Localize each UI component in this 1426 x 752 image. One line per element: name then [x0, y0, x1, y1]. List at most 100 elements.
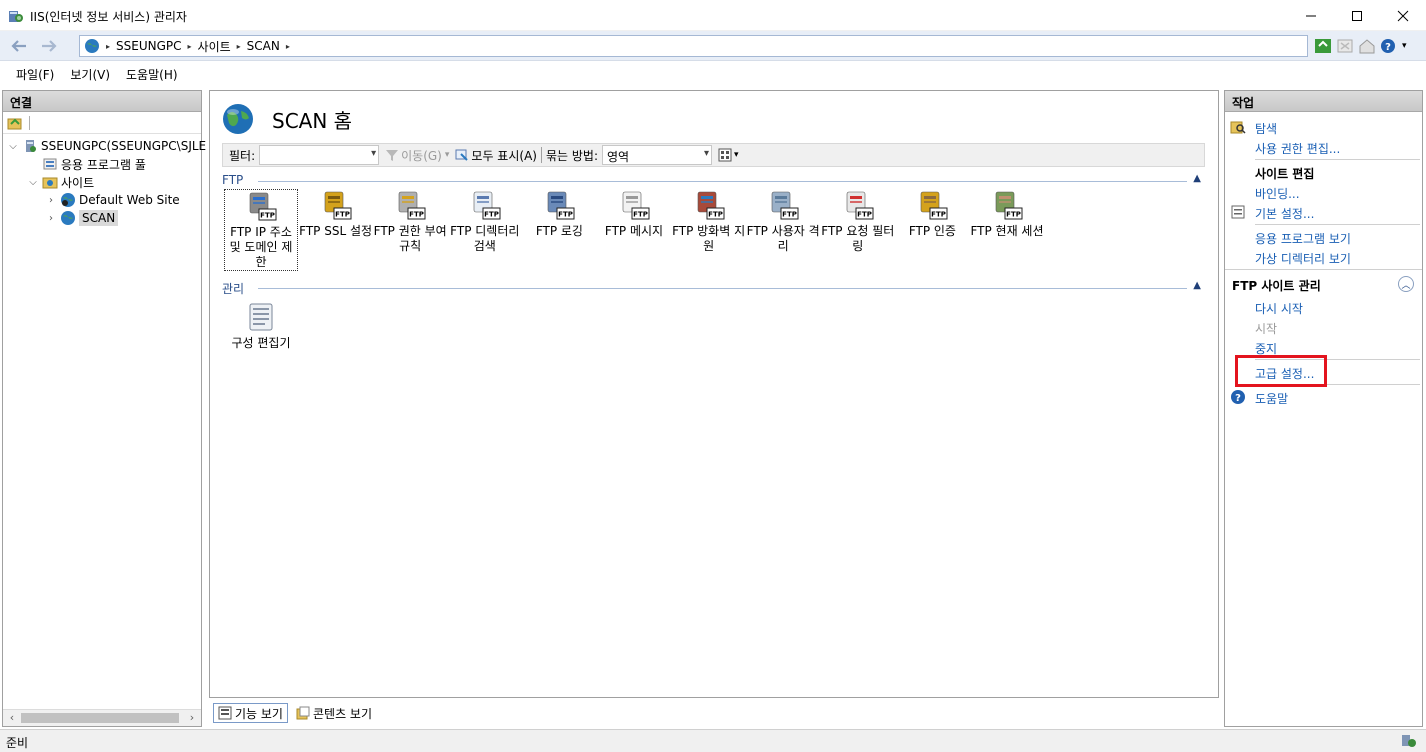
content-view-icon — [296, 706, 310, 720]
feature-ftp-current-sessions[interactable]: FTP FTP 현재 세션 — [970, 189, 1044, 239]
go-dropdown-icon[interactable]: ▾ — [445, 150, 450, 160]
feature-ftp-user-isolation[interactable]: FTP FTP 사용자 격리 — [746, 189, 820, 254]
toolbar-divider — [540, 147, 542, 163]
address-box[interactable]: ▸ SSEUNGPC ▸ 사이트 ▸ SCAN ▸ — [79, 35, 1308, 57]
status-text: 준비 — [6, 736, 29, 750]
feature-label: FTP 로깅 — [535, 224, 583, 238]
feature-ftp-ssl-lock[interactable]: FTP FTP SSL 설정 — [299, 189, 373, 239]
go-button[interactable]: 이동(G) ▾ — [385, 147, 449, 164]
section-divider — [1255, 384, 1420, 385]
iis-manager-icon — [9, 11, 23, 22]
basic-settings-icon — [1231, 205, 1245, 219]
feature-label: FTP 현재 세션 — [970, 224, 1044, 238]
collapse-icon[interactable]: ⌵ — [7, 141, 19, 152]
menu-view[interactable]: 보기(V) — [62, 66, 118, 83]
ftp-request-filtering-icon: FTP — [846, 191, 874, 220]
website-icon — [61, 193, 75, 207]
svg-text:FTP: FTP — [484, 211, 499, 219]
tree-item-app-pools[interactable]: 응용 프로그램 풀 — [27, 155, 146, 173]
status-bar: 준비 — [0, 729, 1426, 752]
horizontal-scrollbar[interactable]: ‹ › — [3, 709, 201, 726]
group-name: FTP — [222, 173, 244, 187]
menu-bar: 파일(F) 보기(V) 도움말(H) — [0, 62, 1426, 87]
forward-button[interactable] — [36, 35, 62, 57]
help-icon: ? — [1231, 390, 1245, 404]
collapse-icon[interactable]: ⌵ — [27, 177, 39, 188]
action-advanced-settings[interactable]: 고급 설정... — [1255, 365, 1314, 382]
group-by-select[interactable]: 영역 — [602, 145, 712, 165]
server-icon — [26, 140, 36, 152]
feature-label: FTP 인증 — [908, 224, 956, 238]
features-view-icon — [218, 706, 232, 720]
refresh-icon[interactable] — [1314, 38, 1332, 54]
toolbar-divider — [29, 116, 30, 130]
breadcrumb-scan[interactable]: SCAN — [247, 39, 280, 53]
tab-content-view[interactable]: 콘텐츠 보기 — [292, 703, 376, 723]
collapse-group-icon[interactable]: ▲ — [1193, 280, 1201, 291]
section-divider — [1255, 224, 1420, 225]
tree-item-default-web-site[interactable]: › Default Web Site — [45, 191, 180, 209]
feature-ftp-request-filtering[interactable]: FTP FTP 요청 필터링 — [821, 189, 895, 254]
stop-icon[interactable] — [1336, 38, 1354, 54]
show-all-button[interactable]: 모두 표시(A) — [455, 147, 537, 164]
action-help[interactable]: 도움말 — [1255, 390, 1288, 407]
help-dropdown-icon[interactable]: ▾ — [1402, 38, 1410, 54]
feature-ftp-messages[interactable]: FTP FTP 메시지 — [597, 189, 671, 239]
tree-item-sites[interactable]: ⌵ 사이트 — [27, 173, 94, 191]
menu-help[interactable]: 도움말(H) — [118, 66, 186, 83]
collapse-group-icon[interactable]: ▲ — [1193, 173, 1201, 184]
feature-label: FTP 디렉터리 검색 — [450, 224, 520, 253]
tree-item-scan[interactable]: › SCAN — [45, 209, 119, 227]
feature-ftp-authorization-key[interactable]: FTP FTP 권한 부여 규칙 — [373, 189, 447, 254]
action-view-applications[interactable]: 응용 프로그램 보기 — [1255, 230, 1351, 247]
svg-text:FTP: FTP — [932, 211, 947, 219]
action-restart[interactable]: 다시 시작 — [1255, 300, 1303, 317]
group-header-management[interactable]: 관리 ▲ — [222, 280, 1205, 296]
feature-ftp-ip-restrictions[interactable]: FTP FTP IP 주소 및 도메인 제한 — [224, 189, 298, 271]
action-start[interactable]: 시작 — [1255, 320, 1277, 337]
help-icon[interactable]: ? — [1380, 38, 1398, 54]
feature-ftp-authentication[interactable]: FTP FTP 인증 — [895, 189, 969, 239]
feature-label: FTP 방화벽 지원 — [672, 224, 746, 253]
filter-input[interactable] — [259, 145, 380, 165]
feature-configuration-editor[interactable]: 구성 편집기 — [224, 301, 298, 351]
feature-ftp-firewall[interactable]: FTP FTP 방화벽 지원 — [672, 189, 746, 254]
group-divider — [258, 288, 1187, 289]
maximize-button[interactable] — [1334, 0, 1380, 31]
action-explore[interactable]: 탐색 — [1255, 120, 1277, 137]
close-button[interactable] — [1380, 0, 1426, 31]
breadcrumb-separator: ▸ — [187, 41, 192, 51]
action-basic-settings[interactable]: 기본 설정... — [1255, 205, 1314, 222]
breadcrumb-sites[interactable]: 사이트 — [198, 38, 231, 55]
scroll-right-icon[interactable]: › — [185, 711, 199, 724]
action-stop[interactable]: 중지 — [1255, 340, 1277, 357]
collapse-section-icon[interactable]: ︿ — [1398, 276, 1414, 292]
home-icon[interactable] — [1358, 38, 1376, 54]
section-divider — [1255, 359, 1420, 360]
view-tabs: 기능 보기 콘텐츠 보기 — [209, 700, 1219, 726]
breadcrumb-server[interactable]: SSEUNGPC — [116, 39, 182, 53]
action-edit-permissions[interactable]: 사용 권한 편집... — [1255, 140, 1340, 157]
view-dropdown-icon[interactable]: ▾ — [734, 150, 739, 160]
action-bindings[interactable]: 바인딩... — [1255, 185, 1300, 202]
add-connection-icon[interactable] — [7, 115, 23, 131]
back-button[interactable] — [6, 35, 32, 57]
configuration-editor-icon — [249, 303, 273, 331]
scroll-left-icon[interactable]: ‹ — [5, 711, 19, 724]
menu-file[interactable]: 파일(F) — [8, 66, 62, 83]
title-bar: IIS(인터넷 정보 서비스) 관리자 — [0, 0, 1426, 31]
view-grid-icon — [718, 148, 732, 162]
feature-ftp-logging[interactable]: FTP FTP 로깅 — [522, 189, 596, 239]
view-mode-button[interactable]: ▾ — [718, 148, 739, 162]
minimize-button[interactable] — [1288, 0, 1334, 31]
scroll-thumb[interactable] — [21, 713, 179, 723]
group-header-ftp[interactable]: FTP ▲ — [222, 173, 1205, 189]
expand-icon[interactable]: › — [45, 213, 57, 224]
tree-item-server[interactable]: ⌵ SSEUNGPC(SSEUNGPC\SJLE — [7, 137, 206, 155]
tab-features-view[interactable]: 기능 보기 — [213, 703, 288, 723]
actions-header: 작업 — [1225, 91, 1422, 112]
action-view-virtual-directories[interactable]: 가상 디렉터리 보기 — [1255, 250, 1351, 267]
feature-ftp-directory-browsing[interactable]: FTP FTP 디렉터리 검색 — [448, 189, 522, 254]
expand-icon[interactable]: › — [45, 195, 57, 206]
tab-label: 콘텐츠 보기 — [312, 706, 372, 721]
